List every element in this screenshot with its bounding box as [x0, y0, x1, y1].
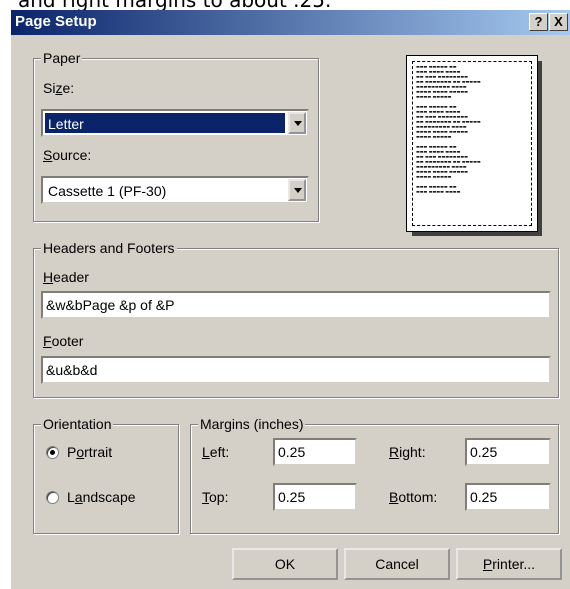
- top-margin-label: Top:: [202, 489, 229, 505]
- source-select[interactable]: Cassette 1 (PF-30): [41, 176, 309, 204]
- source-dropdown-arrow-icon[interactable]: [288, 179, 306, 201]
- preview-margin-box: ▬▬▬ ▬▬▬▬▬ ▬▬ ▬▬▬ ▬▬▬▬ ▬▬▬▬ ▬▬ ▬▬▬ ▬▬▬▬▬▬…: [412, 61, 532, 226]
- landscape-label[interactable]: Landscape: [67, 489, 136, 505]
- footer-label: Footer: [43, 333, 84, 349]
- background-caption: and right margins to about .25.: [0, 0, 570, 10]
- top-margin-input[interactable]: 0.25: [273, 483, 357, 511]
- help-button[interactable]: ?: [529, 13, 548, 31]
- source-value: Cassette 1 (PF-30): [48, 183, 167, 199]
- paper-legend: Paper: [41, 50, 83, 66]
- headers-footers-legend: Headers and Footers: [41, 240, 177, 256]
- bottom-margin-label: Bottom:: [389, 489, 438, 505]
- header-input[interactable]: &w&bPage &p of &P: [41, 291, 551, 319]
- left-margin-input[interactable]: 0.25: [273, 438, 357, 466]
- landscape-radio[interactable]: [46, 491, 59, 504]
- close-button[interactable]: X: [549, 13, 568, 31]
- page-setup-dialog: Page Setup ? X Paper Size: Letter Source…: [10, 10, 570, 589]
- preview-sample-text: ▬▬▬ ▬▬▬▬▬ ▬▬ ▬▬▬ ▬▬▬▬ ▬▬▬▬ ▬▬ ▬▬▬ ▬▬▬▬▬▬…: [416, 64, 481, 194]
- size-value: Letter: [45, 113, 285, 133]
- right-margin-label: Right:: [389, 444, 426, 460]
- orientation-legend: Orientation: [41, 416, 114, 432]
- bottom-margin-input[interactable]: 0.25: [465, 483, 551, 511]
- size-label: Size:: [43, 80, 75, 96]
- footer-input[interactable]: &u&b&d: [41, 356, 551, 384]
- margins-legend: Margins (inches): [198, 416, 306, 432]
- cancel-button[interactable]: Cancel: [344, 548, 450, 580]
- orientation-group: [33, 424, 179, 534]
- right-margin-input[interactable]: 0.25: [465, 438, 551, 466]
- size-dropdown-arrow-icon[interactable]: [288, 112, 306, 134]
- ok-button[interactable]: OK: [232, 548, 338, 580]
- page-preview: ▬▬▬ ▬▬▬▬▬ ▬▬ ▬▬▬ ▬▬▬▬ ▬▬▬▬ ▬▬ ▬▬▬ ▬▬▬▬▬▬…: [406, 55, 538, 232]
- portrait-radio[interactable]: [46, 446, 59, 459]
- title-bar[interactable]: Page Setup ? X: [11, 10, 570, 35]
- printer-button[interactable]: Printer...: [456, 548, 562, 580]
- dialog-title: Page Setup: [15, 13, 97, 30]
- portrait-label[interactable]: Portrait: [67, 444, 112, 460]
- size-select[interactable]: Letter: [41, 109, 309, 137]
- header-label: Header: [43, 269, 89, 285]
- source-label: Source:: [43, 147, 92, 163]
- left-margin-label: Left:: [202, 444, 230, 460]
